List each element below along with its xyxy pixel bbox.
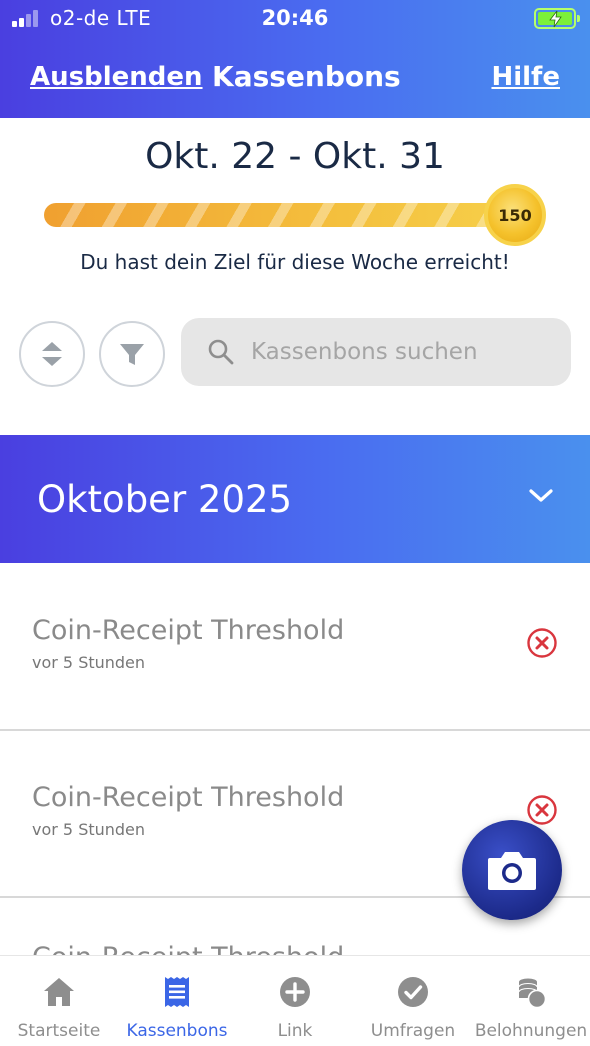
- receipt-title: Coin-Receipt Threshold: [32, 615, 345, 646]
- hide-link[interactable]: Ausblenden: [30, 62, 203, 92]
- filter-icon: [120, 344, 144, 365]
- sort-icon: [42, 342, 62, 366]
- search-input[interactable]: [251, 339, 551, 365]
- help-link[interactable]: Hilfe: [491, 62, 560, 92]
- tab-kassenbons[interactable]: Kassenbons: [118, 956, 236, 1046]
- status-bar: o2-de LTE 20:46: [0, 0, 590, 40]
- tab-belohnungen[interactable]: Belohnungen: [472, 956, 590, 1046]
- weekly-progress-bar: [44, 203, 524, 227]
- receipt-time: vor 5 Stunden: [32, 820, 146, 839]
- coin-badge: 150: [484, 184, 546, 246]
- goal-message: Du hast dein Ziel für diese Woche erreic…: [80, 250, 510, 274]
- filter-button[interactable]: [99, 321, 165, 387]
- chevron-down-icon: [529, 489, 553, 502]
- sort-button[interactable]: [19, 321, 85, 387]
- coin-count: 150: [498, 205, 532, 225]
- tab-startseite[interactable]: Startseite: [0, 956, 118, 1046]
- month-section-header[interactable]: Oktober 2025: [0, 435, 590, 563]
- home-icon: [44, 978, 74, 1006]
- plus-circle-icon: [280, 977, 310, 1007]
- search-icon: [208, 339, 234, 365]
- camera-button[interactable]: [462, 820, 562, 920]
- status-time: 20:46: [261, 6, 329, 30]
- tab-label: Startseite: [17, 1021, 101, 1041]
- app-header: o2-de LTE 20:46 Ausblenden Kassenbons Hi…: [0, 0, 590, 118]
- receipt-title: Coin-Receipt Threshold: [32, 782, 345, 813]
- coins-icon: [518, 978, 547, 1009]
- tab-label: Umfragen: [370, 1021, 456, 1041]
- date-range-label: Okt. 22 - Okt. 31: [145, 136, 445, 177]
- month-label: Oktober 2025: [37, 478, 293, 521]
- receipt-item[interactable]: Coin-Receipt Threshold vor 5 Stunden: [0, 565, 590, 731]
- delete-receipt-icon[interactable]: [526, 794, 558, 826]
- tab-link[interactable]: Link: [236, 956, 354, 1046]
- receipt-icon: [165, 977, 189, 1007]
- delete-receipt-icon[interactable]: [526, 627, 558, 659]
- receipt-time: vor 5 Stunden: [32, 653, 146, 672]
- search-bar[interactable]: [181, 318, 571, 386]
- camera-icon: [488, 852, 536, 890]
- tab-umfragen[interactable]: Umfragen: [354, 956, 472, 1046]
- tab-label: Link: [277, 1021, 313, 1041]
- check-circle-icon: [398, 977, 428, 1007]
- tab-label: Belohnungen: [474, 1021, 588, 1041]
- bottom-tab-bar: Startseite Kassenbons Link Umfragen Belo…: [0, 955, 590, 1046]
- page-title: Kassenbons: [212, 60, 401, 93]
- tab-label: Kassenbons: [126, 1021, 228, 1041]
- battery-charging-icon: [534, 8, 580, 29]
